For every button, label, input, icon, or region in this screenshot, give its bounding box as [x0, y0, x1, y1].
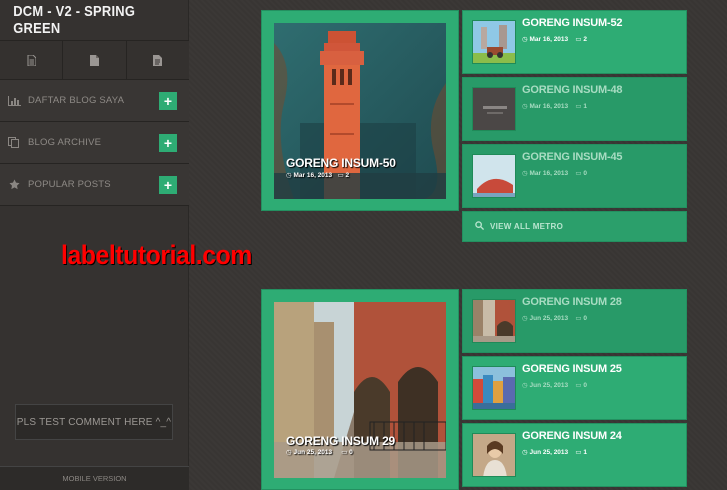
post-date: Mar 16, 2013 [529, 36, 569, 43]
post-meta: ◷ Jun 25, 2013 ▭ 0 [522, 314, 587, 322]
expand-button[interactable]: + [159, 133, 177, 152]
featured-meta: ◷ Jun 25, 2013 ▭ 0 [286, 448, 353, 456]
post-title[interactable]: GORENG INSUM-48 [522, 84, 622, 96]
comment-count: 2 [583, 36, 587, 43]
post-item[interactable]: GORENG INSUM 28 ◷ Jun 25, 2013 ▭ 0 [462, 289, 687, 353]
post-thumbnail[interactable] [472, 154, 516, 198]
comment-count: 0 [583, 315, 587, 322]
post-meta: ◷ Mar 16, 2013 ▭ 0 [522, 169, 587, 177]
post-date: Jun 25, 2013 [529, 315, 569, 322]
comment-count: 1 [583, 103, 587, 110]
post-item[interactable]: GORENG INSUM-45 ◷ Mar 16, 2013 ▭ 0 [462, 144, 687, 208]
post-date: Mar 16, 2013 [529, 170, 569, 177]
comment-icon: ▭ [337, 172, 346, 179]
bar-chart-icon [0, 95, 28, 106]
expand-button[interactable]: + [159, 91, 177, 110]
post-thumbnail[interactable] [472, 20, 516, 64]
post-date: Mar 16, 2013 [529, 103, 569, 110]
comment-count: 0 [583, 382, 587, 389]
menu-label: DAFTAR BLOG SAYA [28, 95, 125, 106]
comment-count: 0 [349, 449, 353, 456]
blog-title[interactable]: DCM - V2 - SPRING GREEN [13, 0, 176, 40]
document-text-icon [153, 54, 163, 66]
post-title[interactable]: GORENG INSUM-45 [522, 151, 622, 163]
post-meta: ◷ Jun 25, 2013 ▭ 0 [522, 381, 587, 389]
mobile-version-link[interactable]: MOBILE VERSION [0, 466, 189, 490]
comment-icon: ▭ [341, 449, 350, 456]
featured-title[interactable]: GORENG INSUM 29 [286, 434, 395, 448]
test-comment-box[interactable]: PLS TEST COMMENT HERE ^_^ [15, 404, 173, 440]
sidebar-icon-row [0, 40, 189, 80]
menu-daftar-blog-saya[interactable]: DAFTAR BLOG SAYA + [0, 80, 189, 122]
post-thumbnail[interactable] [472, 433, 516, 477]
document-list-icon [27, 54, 36, 66]
post-meta: ◷ Mar 16, 2013 ▭ 2 [522, 35, 587, 43]
menu-blog-archive[interactable]: BLOG ARCHIVE + [0, 122, 189, 164]
comment-count: 1 [583, 449, 587, 456]
post-item[interactable]: GORENG INSUM 25 ◷ Jun 25, 2013 ▭ 0 [462, 356, 687, 420]
post-title[interactable]: GORENG INSUM-52 [522, 17, 622, 29]
post-title[interactable]: GORENG INSUM 28 [522, 296, 622, 308]
post-date: Jun 25, 2013 [529, 382, 569, 389]
copy-icon [0, 137, 28, 148]
featured-title[interactable]: GORENG INSUM-50 [286, 156, 396, 170]
featured-post-2[interactable]: GORENG INSUM 29 ◷ Jun 25, 2013 ▭ 0 [261, 289, 459, 490]
post-date: Mar 16, 2013 [293, 172, 333, 179]
document-text-button[interactable] [126, 41, 189, 79]
post-meta: ◷ Jun 25, 2013 ▭ 1 [522, 448, 587, 456]
expand-button[interactable]: + [159, 175, 177, 194]
document-button[interactable] [63, 41, 127, 79]
post-title[interactable]: GORENG INSUM 25 [522, 363, 622, 375]
post-item[interactable]: GORENG INSUM-52 ◷ Mar 16, 2013 ▭ 2 [462, 10, 687, 74]
view-all-link[interactable]: VIEW ALL METRO [462, 211, 687, 242]
comment-count: 0 [583, 170, 587, 177]
post-item[interactable]: GORENG INSUM-48 ◷ Mar 16, 2013 ▭ 1 [462, 77, 687, 141]
menu-popular-posts[interactable]: POPULAR POSTS + [0, 164, 189, 206]
post-thumbnail[interactable] [472, 299, 516, 343]
search-icon [475, 221, 485, 232]
menu-label: BLOG ARCHIVE [28, 137, 102, 148]
featured-post-1[interactable]: GORENG INSUM-50 ◷ Mar 16, 2013 ▭ 2 [261, 10, 459, 211]
post-title[interactable]: GORENG INSUM 24 [522, 430, 622, 442]
featured-meta: ◷ Mar 16, 2013 ▭ 2 [286, 171, 349, 179]
comment-count: 2 [345, 172, 350, 179]
page: DCM - V2 - SPRING GREEN DAFTAR BLOG SAYA… [0, 0, 727, 490]
document-list-button[interactable] [0, 41, 64, 79]
post-thumbnail[interactable] [472, 366, 516, 410]
view-all-label: VIEW ALL METRO [490, 222, 564, 231]
post-item[interactable]: GORENG INSUM 24 ◷ Jun 25, 2013 ▭ 1 [462, 423, 687, 487]
post-date: Jun 25, 2013 [529, 449, 569, 456]
document-icon [89, 54, 99, 66]
watermark-text: labeltutorial.com [61, 240, 252, 270]
post-thumbnail[interactable] [472, 87, 516, 131]
post-date: Jun 25, 2013 [293, 449, 333, 456]
post-meta: ◷ Mar 16, 2013 ▭ 1 [522, 102, 587, 110]
star-icon [0, 179, 28, 190]
menu-label: POPULAR POSTS [28, 179, 111, 190]
